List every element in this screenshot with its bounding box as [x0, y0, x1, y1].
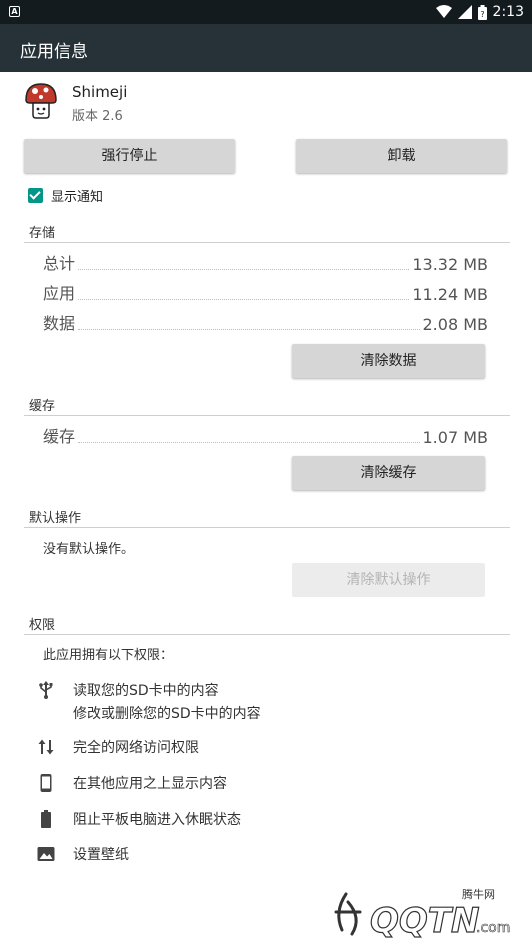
- permission-item-storage: 读取您的SD卡中的内容 修改或删除您的SD卡中的内容: [36, 680, 512, 726]
- permission-text: 读取您的SD卡中的内容 修改或删除您的SD卡中的内容: [73, 680, 261, 726]
- wifi-icon: [435, 5, 452, 18]
- defaults-divider: [24, 527, 510, 528]
- cache-section-title: 缓存: [29, 399, 56, 414]
- qqtn-watermark-logo: 腾牛网 QQTN .com: [334, 887, 511, 942]
- storage-label: 数据: [43, 314, 76, 333]
- cache-divider: [24, 415, 510, 416]
- svg-text:?: ?: [480, 10, 484, 19]
- cache-row: 缓存 1.07 MB: [43, 423, 488, 447]
- no-defaults-text: 没有默认操作。: [43, 542, 135, 557]
- page-title: 应用信息: [20, 42, 88, 62]
- battery-icon: [41, 810, 51, 828]
- permission-item-network: 完全的网络访问权限: [36, 737, 512, 761]
- permission-line: 阻止平板电脑进入休眠状态: [73, 812, 241, 828]
- clock: 2:13: [492, 4, 524, 20]
- permission-line: 设置壁纸: [73, 847, 129, 863]
- show-notifications-checkbox[interactable]: [28, 187, 43, 203]
- storage-label: 应用: [43, 284, 76, 303]
- app-name: Shimeji: [72, 83, 128, 101]
- phone-icon: [40, 774, 52, 792]
- signal-icon: [457, 5, 472, 19]
- watermark-logo-text: QQTN: [370, 901, 479, 941]
- cache-label: 缓存: [43, 427, 76, 446]
- show-notifications-row[interactable]: 显示通知: [28, 186, 104, 205]
- permissions-divider: [24, 634, 510, 635]
- storage-value: 2.08 MB: [422, 315, 489, 334]
- permission-line: 在其他应用之上显示内容: [73, 776, 227, 792]
- permission-line: 完全的网络访问权限: [73, 740, 199, 756]
- permission-item-overlay: 在其他应用之上显示内容: [36, 773, 512, 797]
- storage-divider: [24, 242, 510, 243]
- dotted-leader: [78, 442, 420, 443]
- show-notifications-label: 显示通知: [51, 189, 104, 205]
- permissions-section-title: 权限: [29, 618, 56, 633]
- permission-item-wallpaper: 设置壁纸: [36, 844, 512, 868]
- usb-icon: [39, 681, 53, 699]
- storage-value: 11.24 MB: [412, 285, 488, 304]
- permission-line: 读取您的SD卡中的内容: [73, 683, 219, 699]
- clear-defaults-button: 清除默认操作: [292, 563, 485, 597]
- battery-status-icon: ?: [477, 4, 487, 20]
- image-icon: [37, 847, 55, 861]
- defaults-section-title: 默认操作: [29, 511, 82, 526]
- permission-item-wakelock: 阻止平板电脑进入休眠状态: [36, 809, 512, 833]
- network-arrows-icon: [38, 739, 54, 755]
- system-icons: ? 2:13: [435, 3, 524, 21]
- storage-section-title: 存储: [29, 226, 56, 241]
- status-bar: A ? 2:13: [0, 0, 532, 24]
- permissions-intro: 此应用拥有以下权限：: [43, 648, 174, 663]
- cache-value: 1.07 MB: [422, 428, 489, 447]
- storage-label: 总计: [43, 254, 76, 273]
- mushroom-app-icon: [25, 83, 57, 119]
- storage-row-app: 应用 11.24 MB: [43, 280, 488, 304]
- app-bar: 应用信息: [0, 24, 532, 72]
- dotted-leader: [78, 329, 420, 330]
- storage-row-data: 数据 2.08 MB: [43, 310, 488, 334]
- watermark-site-name: 腾牛网: [462, 887, 495, 901]
- notification-icon: A: [9, 6, 20, 17]
- storage-value: 13.32 MB: [412, 255, 488, 274]
- uninstall-button[interactable]: 卸载: [296, 139, 507, 173]
- watermark-domain-suffix: .com: [476, 920, 510, 936]
- app-version: 版本 2.6: [72, 109, 123, 124]
- clear-cache-button[interactable]: 清除缓存: [292, 456, 485, 490]
- clear-data-button[interactable]: 清除数据: [292, 344, 485, 378]
- dotted-leader: [78, 269, 410, 270]
- storage-row-total: 总计 13.32 MB: [43, 250, 488, 274]
- force-stop-button[interactable]: 强行停止: [24, 139, 235, 173]
- permission-line: 修改或删除您的SD卡中的内容: [73, 706, 261, 722]
- dotted-leader: [78, 299, 410, 300]
